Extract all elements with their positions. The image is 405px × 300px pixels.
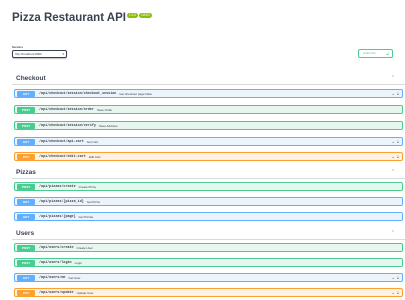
operation-row[interactable]: POST /api/checkout/session/verify Save A… xyxy=(14,121,403,130)
method-badge: PUT xyxy=(17,289,35,296)
lock-icon[interactable]: 🔒︎ xyxy=(397,91,399,96)
servers-selected-value: http://localhost:8000 xyxy=(15,52,42,56)
operation-path: /api/checkout/session/verify xyxy=(39,123,96,128)
method-badge: POST xyxy=(17,244,35,251)
operation-row[interactable]: GET /api/checkout/api-cart Get Cart ⌄ 🔒︎ xyxy=(14,137,403,146)
operation-path: /api/pizzas/{page} xyxy=(39,214,76,219)
chevron-up-icon: ⌃ xyxy=(390,230,395,236)
operation-path: /api/pizzas/{pizza_id} xyxy=(39,199,84,204)
operation-row[interactable]: POST /api/users/create Create User xyxy=(14,243,403,252)
method-badge: POST xyxy=(17,122,35,129)
swagger-page: Pizza Restaurant API 1.0.0 OAS3 Servers … xyxy=(0,0,405,300)
operation-summary: Create Pizza xyxy=(78,184,96,189)
operation-path: /api/pizzas/create xyxy=(39,184,76,189)
version-badge: 1.0.0 xyxy=(126,13,139,18)
method-badge: GET xyxy=(17,198,35,205)
method-badge: POST xyxy=(17,259,35,266)
operation-summary: Get checkout page Data xyxy=(119,91,152,96)
method-badge: GET xyxy=(17,213,35,220)
operation-row[interactable]: PUT /api/checkout/edit-cart Edit Cart ⌄ 🔒… xyxy=(14,152,403,161)
section-title: Checkout xyxy=(16,74,46,82)
operation-row[interactable]: GET /api/checkout/session/checkout_sessi… xyxy=(14,89,403,98)
method-badge: POST xyxy=(17,106,35,113)
api-title-row: Pizza Restaurant API 1.0.0 OAS3 xyxy=(12,12,152,24)
section-users[interactable]: Users ⌃ xyxy=(12,227,405,240)
method-badge: GET xyxy=(17,274,35,281)
operation-path: /api/users/update xyxy=(39,290,74,295)
method-badge: GET xyxy=(17,138,35,145)
operation-path: /api/users/me xyxy=(39,275,66,280)
operation-row[interactable]: GET /api/users/me Get User ⌄ 🔒︎ xyxy=(14,273,403,282)
chevron-down-icon: ▾ xyxy=(62,52,64,56)
authorize-label: Authorize xyxy=(363,51,376,55)
operation-path: /api/checkout/session/order xyxy=(39,107,94,112)
section-title: Pizzas xyxy=(16,168,36,176)
chevron-down-icon: ⌄ xyxy=(391,91,395,96)
operation-path: /api/checkout/edit-cart xyxy=(39,154,86,159)
operation-summary: Update User xyxy=(76,290,94,295)
lock-icon[interactable]: 🔒︎ xyxy=(397,275,399,280)
oas-badge: OAS3 xyxy=(139,13,152,18)
operation-row[interactable]: POST /api/pizzas/create Create Pizza xyxy=(14,182,403,191)
section-checkout[interactable]: Checkout ⌃ xyxy=(12,72,405,85)
method-badge: PUT xyxy=(17,153,35,160)
chevron-down-icon: ⌄ xyxy=(391,154,395,159)
operation-summary: Login xyxy=(74,260,82,265)
operation-row[interactable]: PUT /api/users/update Update User ⌄ 🔒︎ xyxy=(14,288,403,297)
operation-path: /api/users/login xyxy=(39,260,72,265)
method-badge: POST xyxy=(17,183,35,190)
chevron-down-icon: ⌄ xyxy=(391,275,395,280)
lock-icon[interactable]: 🔒︎ xyxy=(397,139,399,144)
operation-summary: Edit Cart xyxy=(88,154,101,159)
operation-summary: Save Order xyxy=(96,107,113,112)
operation-summary: Save Address xyxy=(98,123,118,128)
operation-row[interactable]: POST /api/checkout/session/order Save Or… xyxy=(14,105,403,114)
chevron-down-icon: ⌄ xyxy=(391,290,395,295)
authorize-button[interactable]: Authorize 🔓︎ xyxy=(358,49,393,58)
operation-row[interactable]: POST /api/users/login Login xyxy=(14,258,403,267)
page-title: Pizza Restaurant API xyxy=(12,12,126,24)
operation-row[interactable]: GET /api/pizzas/{pizza_id} Get Pizza xyxy=(14,197,403,206)
servers-label: Servers xyxy=(12,45,24,49)
lock-icon[interactable]: 🔒︎ xyxy=(397,154,399,159)
operation-summary: Get Pizzas xyxy=(78,214,94,219)
operation-summary: Create User xyxy=(76,245,93,250)
operation-path: /api/users/create xyxy=(39,245,74,250)
operation-summary: Get User xyxy=(68,275,81,280)
servers-select[interactable]: http://localhost:8000 ▾ xyxy=(12,50,67,58)
method-badge: GET xyxy=(17,90,35,97)
section-pizzas[interactable]: Pizzas ⌃ xyxy=(12,166,405,179)
chevron-up-icon: ⌃ xyxy=(390,75,395,81)
lock-icon: 🔓︎ xyxy=(386,51,389,56)
operation-row[interactable]: GET /api/pizzas/{page} Get Pizzas xyxy=(14,212,403,221)
chevron-up-icon: ⌃ xyxy=(390,169,395,175)
chevron-down-icon: ⌄ xyxy=(391,139,395,144)
operation-path: /api/checkout/api-cart xyxy=(39,139,84,144)
operation-path: /api/checkout/session/checkout_session xyxy=(39,91,117,96)
lock-icon[interactable]: 🔒︎ xyxy=(397,290,399,295)
operation-summary: Get Cart xyxy=(86,139,99,144)
operation-summary: Get Pizza xyxy=(86,199,100,204)
section-title: Users xyxy=(16,229,35,237)
